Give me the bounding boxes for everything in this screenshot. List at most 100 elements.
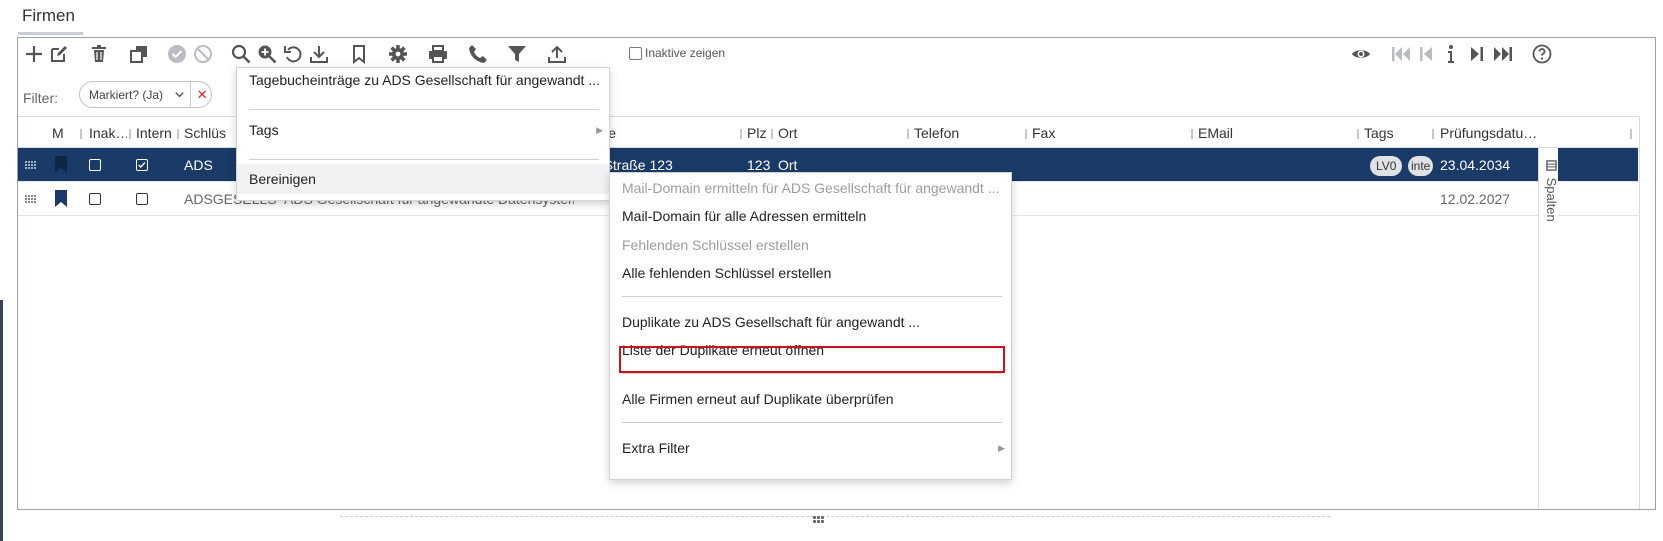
menu-separator — [622, 296, 1002, 297]
column-divider[interactable] — [1432, 129, 1434, 139]
menu-item-extra-filter[interactable]: Extra Filter ▶ — [610, 433, 1011, 463]
drag-handle-icon[interactable] — [25, 161, 36, 169]
menu-item-extra-filter-label: Extra Filter — [622, 440, 690, 456]
panel-splitter[interactable] — [340, 516, 1330, 517]
chip-divider — [190, 81, 192, 108]
drag-handle-icon[interactable] — [25, 195, 36, 203]
inaktiv-checkbox[interactable] — [89, 193, 101, 205]
bookmark-marked-icon[interactable] — [55, 156, 67, 173]
bookmark-marked-icon[interactable] — [55, 190, 67, 207]
column-divider[interactable] — [907, 129, 909, 139]
submenu-bereinigen: Mail-Domain ermitteln für ADS Gesellscha… — [609, 172, 1012, 480]
filter-label: Filter: — [23, 90, 58, 106]
tag-badge[interactable]: LV0 — [1370, 156, 1403, 176]
column-divider[interactable] — [1191, 129, 1193, 139]
menu-separator — [249, 159, 599, 160]
inaktiv-checkbox[interactable] — [89, 159, 101, 171]
filter-chip[interactable]: Markiert? (Ja) ✕ — [79, 81, 212, 108]
left-edge — [0, 300, 3, 541]
column-divider[interactable] — [771, 129, 773, 139]
trash-icon[interactable] — [86, 42, 112, 66]
print-icon[interactable] — [425, 42, 451, 66]
column-divider[interactable] — [1357, 129, 1359, 139]
menu-item-mail-domain-ermitteln[interactable]: Mail-Domain ermitteln für ADS Gesellscha… — [610, 173, 1011, 203]
submenu-arrow-icon: ▶ — [596, 125, 603, 135]
menu-item-tags-label: Tags — [249, 122, 279, 138]
menu-item-bereinigen[interactable]: Bereinigen — [237, 164, 609, 194]
column-header-plz[interactable]: Plz — [747, 117, 771, 149]
page-title[interactable]: Firmen — [22, 6, 75, 26]
menu-item-alle-firmen-duplikate[interactable]: Alle Firmen erneut auf Duplikate überprü… — [610, 384, 1011, 414]
intern-checkbox[interactable] — [136, 193, 148, 205]
columns-icon — [1545, 160, 1557, 171]
edit-icon[interactable] — [46, 42, 72, 66]
close-icon[interactable]: ✕ — [193, 87, 211, 103]
column-header-m[interactable]: M — [52, 117, 72, 149]
undo-icon[interactable] — [280, 42, 306, 66]
first-icon[interactable] — [1388, 42, 1414, 66]
column-divider[interactable] — [740, 129, 742, 139]
menu-separator — [249, 109, 599, 110]
column-header-tags[interactable]: Tags — [1364, 117, 1424, 149]
column-header-email[interactable]: EMail — [1198, 117, 1348, 149]
gear-icon[interactable] — [385, 42, 411, 66]
filter-icon[interactable] — [504, 42, 530, 66]
context-menu: Tagebucheinträge zu ADS Gesellschaft für… — [236, 67, 610, 201]
bookmark-icon[interactable] — [346, 42, 372, 66]
copy-icon[interactable] — [126, 42, 152, 66]
column-header-pruefungsdatum[interactable]: Prüfungsdatu… — [1440, 117, 1538, 149]
download-icon[interactable] — [306, 42, 332, 66]
menu-separator — [622, 422, 1002, 423]
column-header-fax[interactable]: Fax — [1032, 117, 1132, 149]
last-icon[interactable] — [1490, 42, 1516, 66]
column-divider[interactable] — [177, 129, 179, 139]
plus-icon[interactable] — [21, 42, 47, 66]
firmen-window: Firmen Inaktive zeigen Filter: Markiert?… — [0, 0, 1663, 541]
eye-icon[interactable] — [1348, 42, 1374, 66]
splitter-grip-icon[interactable] — [813, 516, 827, 526]
menu-item-duplikate[interactable]: Duplikate zu ADS Gesellschaft für angewa… — [610, 307, 1011, 337]
upload-icon[interactable] — [544, 42, 570, 66]
cell-pruefungsdatum: 23.04.2034 — [1440, 157, 1511, 173]
cell-pruefungsdatum: 12.02.2027 — [1440, 191, 1511, 207]
column-divider[interactable] — [80, 129, 82, 139]
inactive-toggle[interactable]: Inaktive zeigen — [629, 46, 725, 60]
highlight-box — [619, 346, 1005, 373]
title-tab-indicator — [18, 32, 83, 35]
next-icon[interactable] — [1464, 42, 1490, 66]
search-icon[interactable] — [228, 42, 254, 66]
columns-panel-label[interactable]: Spalten — [1544, 160, 1559, 222]
column-divider[interactable] — [129, 129, 131, 139]
menu-item-mail-domain-alle[interactable]: Mail-Domain für alle Adressen ermitteln — [610, 201, 1011, 231]
tag-badge[interactable]: inte — [1408, 156, 1433, 176]
spalten-text: Spalten — [1544, 177, 1559, 222]
intern-checkbox[interactable] — [136, 159, 148, 171]
column-divider[interactable] — [1025, 129, 1027, 139]
menu-item-tagebucheintraege[interactable]: Tagebucheinträge zu ADS Gesellschaft für… — [237, 65, 609, 95]
column-header-ort[interactable]: Ort — [778, 117, 898, 149]
help-icon[interactable] — [1529, 42, 1555, 66]
inactive-checkbox[interactable] — [629, 46, 642, 60]
phone-icon[interactable] — [465, 42, 491, 66]
column-divider[interactable] — [1630, 129, 1632, 139]
filter-chip-label: Markiert? (Ja) — [89, 87, 164, 102]
prev-icon[interactable] — [1413, 42, 1439, 66]
menu-item-alle-fehlenden-schluessel[interactable]: Alle fehlenden Schlüssel erstellen — [610, 258, 1011, 288]
column-header-schluessel[interactable]: Schlüs — [184, 117, 236, 149]
menu-item-tags[interactable]: Tags ▶ — [237, 115, 609, 145]
column-header-intern[interactable]: Intern — [136, 117, 176, 149]
zoom-in-icon[interactable] — [254, 42, 280, 66]
menu-item-bereinigen-label: Bereinigen — [249, 171, 316, 187]
inactive-label: Inaktive zeigen — [645, 46, 726, 60]
column-header-telefon[interactable]: Telefon — [914, 117, 1014, 149]
menu-separator — [622, 373, 1002, 374]
vertical-scrollbar[interactable] — [1639, 116, 1655, 509]
check-circle-icon[interactable] — [164, 42, 190, 66]
info-icon[interactable] — [1438, 42, 1464, 66]
column-header-inaktiv[interactable]: Inak… — [89, 117, 127, 149]
ban-icon[interactable] — [190, 42, 216, 66]
menu-item-fehlenden-schluessel[interactable]: Fehlenden Schlüssel erstellen — [610, 230, 1011, 260]
chevron-down-icon[interactable] — [172, 85, 189, 105]
checkmark-icon — [138, 162, 146, 169]
submenu-arrow-icon: ▶ — [998, 443, 1005, 453]
